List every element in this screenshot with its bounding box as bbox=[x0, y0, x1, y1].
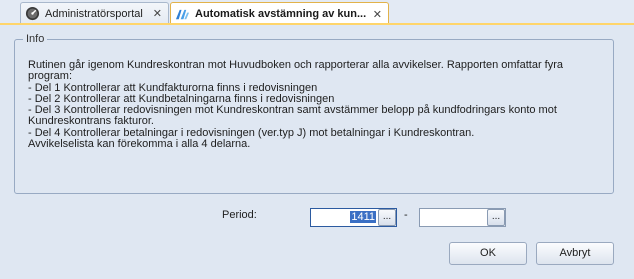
period-to-browse-button[interactable]: ... bbox=[487, 209, 505, 226]
info-line: program: bbox=[28, 70, 73, 83]
tab-label: Automatisk avstämning av kun... bbox=[195, 8, 367, 20]
close-icon[interactable]: ✕ bbox=[153, 7, 162, 20]
close-icon[interactable]: ✕ bbox=[373, 8, 382, 21]
gauge-icon bbox=[25, 6, 40, 21]
tab-automatisk-avstamning[interactable]: Automatisk avstämning av kun... ✕ bbox=[170, 2, 389, 25]
period-to-field[interactable]: ... bbox=[419, 208, 506, 227]
period-from-browse-button[interactable]: ... bbox=[378, 209, 396, 226]
content-panel: Info Rutinen går igenom Kundreskontran m… bbox=[0, 25, 634, 279]
app-logo-icon bbox=[175, 9, 190, 19]
info-title: Info bbox=[23, 33, 48, 45]
period-label: Period: bbox=[222, 209, 257, 221]
period-from-field[interactable]: 1411 ... bbox=[310, 208, 397, 227]
tab-administratorsportal[interactable]: Administratörsportal ✕ bbox=[20, 2, 169, 24]
cancel-button[interactable]: Avbryt bbox=[536, 242, 614, 265]
info-line: Rutinen går igenom Kundreskontran mot Hu… bbox=[28, 59, 564, 71]
period-separator: - bbox=[404, 209, 408, 221]
info-groupbox: Info Rutinen går igenom Kundreskontran m… bbox=[14, 33, 614, 194]
ok-button[interactable]: OK bbox=[449, 242, 527, 265]
info-line: Avvikelselista kan förekomma i alla 4 de… bbox=[28, 138, 251, 151]
info-text: Rutinen går igenom Kundreskontran mot Hu… bbox=[28, 59, 608, 151]
period-from-value[interactable]: 1411 bbox=[350, 211, 376, 223]
tab-label: Administratörsportal bbox=[45, 7, 143, 20]
tab-strip: Administratörsportal ✕ Automatisk avstäm… bbox=[0, 0, 634, 25]
